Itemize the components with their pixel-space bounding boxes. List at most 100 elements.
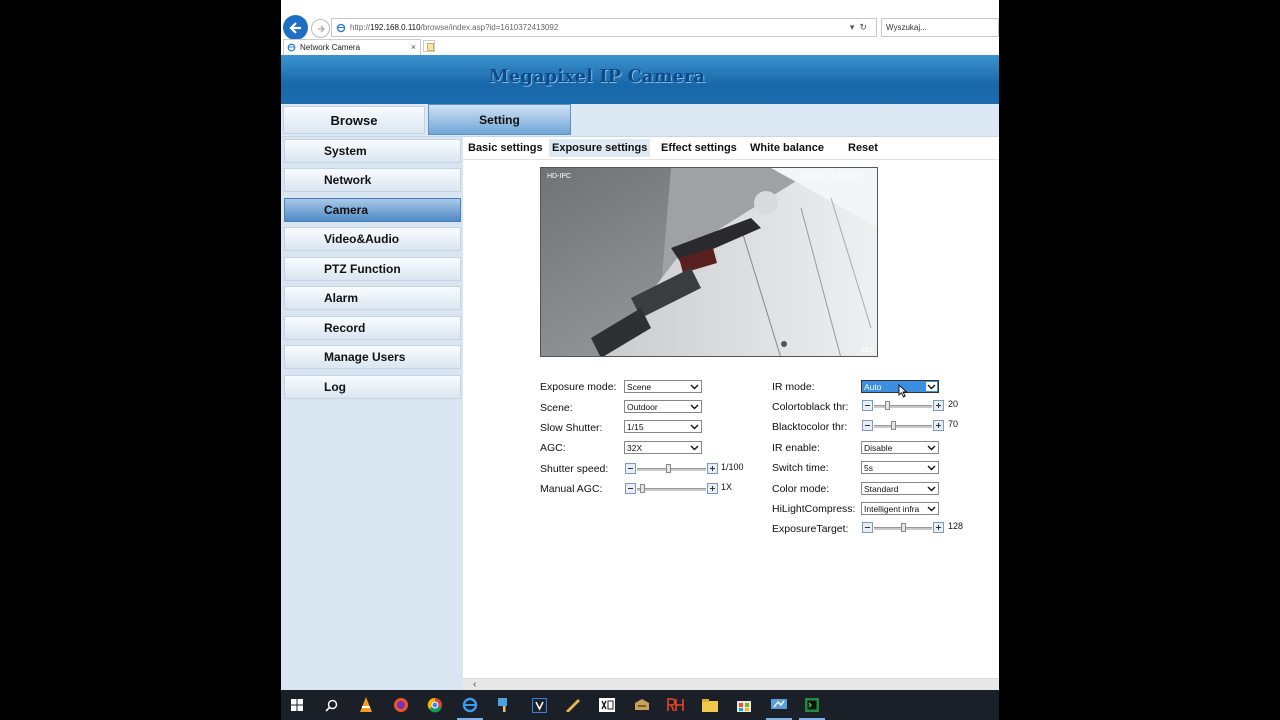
minus-icon[interactable] <box>862 420 873 431</box>
sidebar-item-log[interactable]: Log <box>284 375 461 399</box>
blacktocolor-slider[interactable]: 70 <box>862 419 972 432</box>
minus-icon[interactable] <box>862 400 873 411</box>
ir-mode-value: Auto <box>864 381 882 392</box>
horizontal-scrollbar[interactable]: ‹ <box>463 678 999 690</box>
shutter-speed-slider[interactable]: 1/100 <box>625 462 765 475</box>
rh-icon[interactable] <box>666 695 686 715</box>
colortoblack-slider[interactable]: 20 <box>862 399 972 412</box>
hilight-compress-select[interactable]: Intelligent infra <box>861 502 939 515</box>
internet-explorer-icon[interactable] <box>460 695 480 715</box>
slider-thumb[interactable] <box>640 484 646 493</box>
slider-track[interactable] <box>874 405 932 408</box>
switch-time-select[interactable]: 5s <box>861 461 939 474</box>
firefox-icon[interactable] <box>391 695 411 715</box>
exposure-target-value: 128 <box>948 521 964 531</box>
terminal-icon[interactable] <box>802 695 822 715</box>
camera-web-app: Megapixel IP Camera Browse Setting Syste… <box>281 55 999 690</box>
chrome-icon[interactable] <box>425 695 445 715</box>
address-controls[interactable]: ▾↻ <box>850 22 872 33</box>
manual-agc-label: Manual AGC: <box>540 483 603 495</box>
shutter-speed-label: Shutter speed: <box>540 463 609 475</box>
new-tab-button[interactable] <box>423 40 435 52</box>
plus-icon[interactable] <box>707 463 718 474</box>
ir-enable-select[interactable]: Disable <box>861 441 939 454</box>
ie-page-icon <box>336 23 346 33</box>
arrow-right-icon <box>317 25 325 32</box>
tab-close-icon[interactable]: × <box>411 42 416 52</box>
tab-exposure-settings[interactable]: Exposure settings <box>549 139 651 157</box>
manual-agc-value: 1X <box>721 482 733 492</box>
chevron-down-icon <box>926 504 937 513</box>
slider-thumb[interactable] <box>665 464 671 473</box>
vlc-icon[interactable] <box>356 695 376 715</box>
sidebar-item-video-audio[interactable]: Video&Audio <box>284 227 461 251</box>
settings-content: Basic settings Exposure settings Effect … <box>463 137 999 690</box>
scene-label: Scene: <box>540 402 573 414</box>
tab-reset[interactable]: Reset <box>845 139 881 157</box>
browser-window: http://192.168.0.110/browse/index.asp?id… <box>281 0 999 690</box>
slider-thumb[interactable] <box>884 401 890 410</box>
sidebar-item-system[interactable]: System <box>284 139 461 163</box>
sidebar-item-network[interactable]: Network <box>284 168 461 192</box>
sidebar-item-ptz-function[interactable]: PTZ Function <box>284 257 461 281</box>
slow-shutter-select[interactable]: 1/15 <box>624 420 702 433</box>
camera-preview[interactable]: HD-IPC 2021-01-11 15:47:17 X01 <box>540 167 878 357</box>
slider-thumb[interactable] <box>891 421 897 430</box>
address-bar[interactable]: http://192.168.0.110/browse/index.asp?id… <box>331 18 877 37</box>
search-input[interactable]: Wyszukaj... <box>881 18 999 37</box>
plus-icon[interactable] <box>933 522 944 533</box>
refresh-icon[interactable]: ↻ <box>859 22 872 32</box>
scene-select[interactable]: Outdoor <box>624 400 702 413</box>
store-icon[interactable] <box>734 695 754 715</box>
plus-icon[interactable] <box>933 420 944 431</box>
slider-track[interactable] <box>637 488 706 491</box>
windows-start-icon[interactable] <box>287 695 307 715</box>
plus-icon[interactable] <box>933 400 944 411</box>
color-mode-select[interactable]: Standard <box>861 482 939 495</box>
camera-subtabs: Basic settings Exposure settings Effect … <box>463 137 999 160</box>
agc-select[interactable]: 32X <box>624 441 702 454</box>
page-title: Megapixel IP Camera <box>488 66 706 87</box>
visio-icon[interactable] <box>529 695 549 715</box>
exposure-mode-select[interactable]: Scene <box>624 380 702 393</box>
chevron-down-icon <box>689 443 700 452</box>
sidebar-item-manage-users[interactable]: Manage Users <box>284 345 461 369</box>
plus-icon[interactable] <box>707 483 718 494</box>
slow-shutter-value: 1/15 <box>627 421 644 432</box>
slider-track[interactable] <box>637 468 706 471</box>
browse-tab[interactable]: Browse <box>283 106 425 134</box>
forward-button[interactable] <box>311 19 330 38</box>
browser-chrome: http://192.168.0.110/browse/index.asp?id… <box>281 0 999 56</box>
app-icon[interactable] <box>563 695 583 715</box>
scene-value: Outdoor <box>627 401 658 412</box>
file-explorer-icon[interactable] <box>700 695 720 715</box>
minus-icon[interactable] <box>625 483 636 494</box>
minus-icon[interactable] <box>625 463 636 474</box>
arrow-left-icon <box>288 21 301 34</box>
sidebar-item-alarm[interactable]: Alarm <box>284 286 461 310</box>
manual-agc-slider[interactable]: 1X <box>625 482 765 495</box>
sidebar-item-camera[interactable]: Camera <box>284 198 461 222</box>
sidebar-item-record[interactable]: Record <box>284 316 461 340</box>
paint-icon[interactable] <box>494 695 514 715</box>
chevron-down-icon <box>926 463 937 472</box>
url-host: 192.168.0.110 <box>370 23 421 32</box>
excel-icon[interactable] <box>597 695 617 715</box>
back-button[interactable] <box>283 15 308 40</box>
slow-shutter-label: Slow Shutter: <box>540 422 603 434</box>
slider-track[interactable] <box>874 425 932 428</box>
minus-icon[interactable] <box>862 522 873 533</box>
box-icon[interactable] <box>632 695 652 715</box>
setting-tab[interactable]: Setting <box>428 104 571 135</box>
blacktocolor-value: 70 <box>948 419 959 429</box>
browser-tab[interactable]: Network Camera × <box>283 39 421 55</box>
scroll-left-icon[interactable]: ‹ <box>473 679 476 690</box>
tab-white-balance[interactable]: White balance <box>747 139 827 157</box>
exposure-target-slider[interactable]: 128 <box>862 521 977 534</box>
tab-basic-settings[interactable]: Basic settings <box>465 139 546 157</box>
tab-effect-settings[interactable]: Effect settings <box>658 139 740 157</box>
network-icon[interactable] <box>769 695 789 715</box>
search-icon[interactable] <box>321 695 341 715</box>
osd-timestamp: 2021-01-11 15:47:17 <box>800 173 865 180</box>
slider-thumb[interactable] <box>900 523 906 532</box>
